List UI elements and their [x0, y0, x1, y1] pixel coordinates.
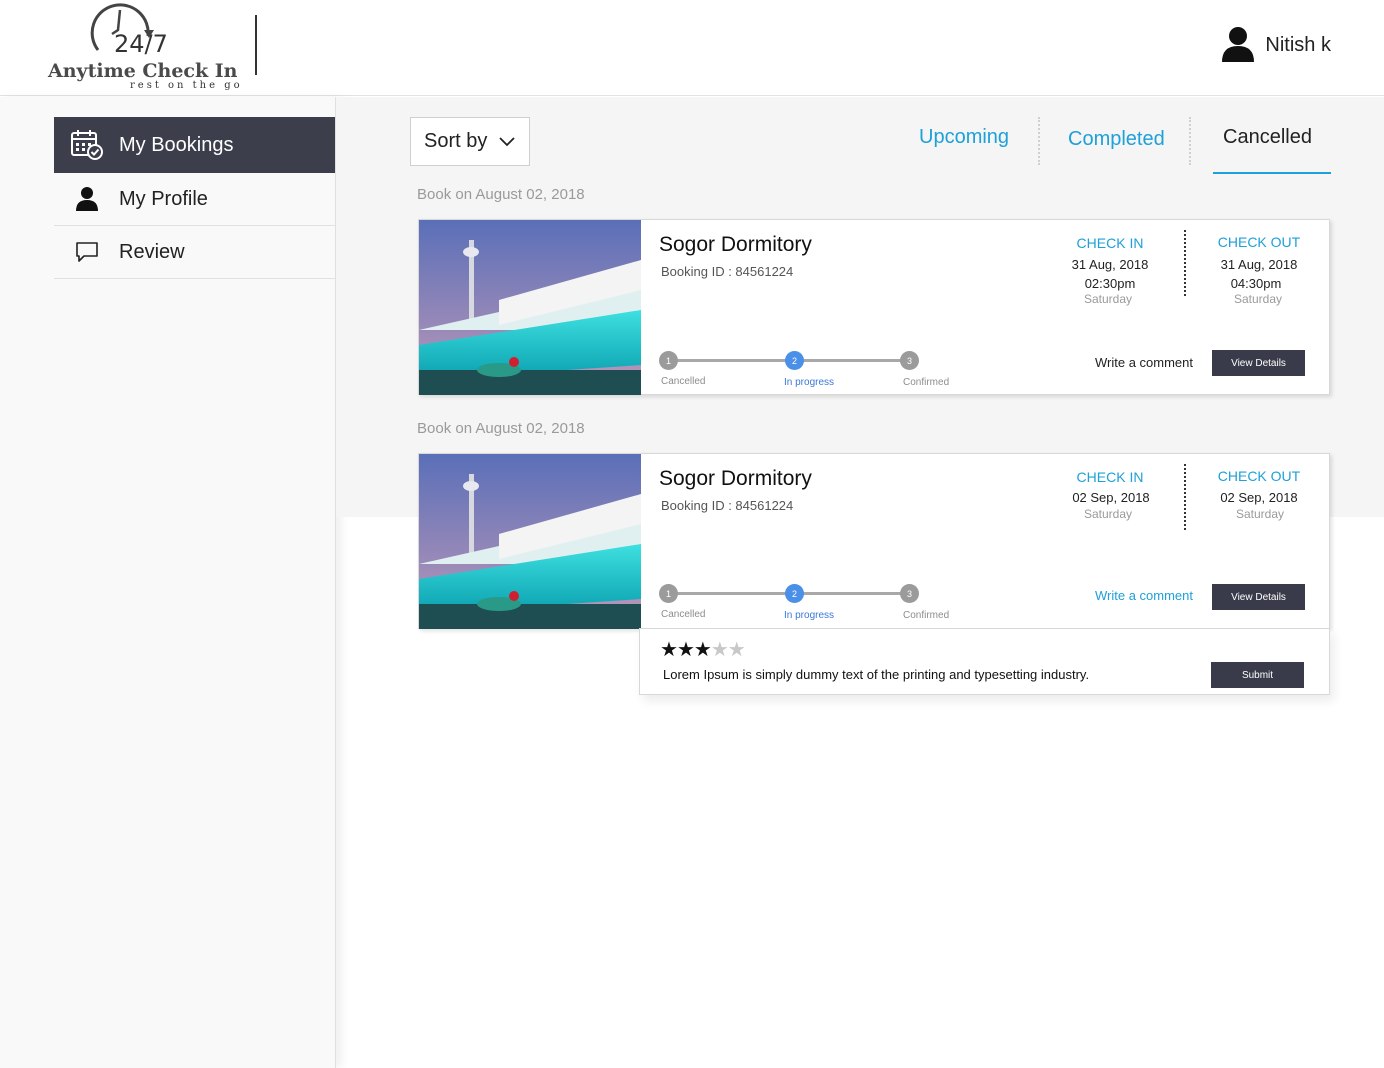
step-in-progress: 2: [785, 351, 804, 370]
star-icon[interactable]: ★: [660, 639, 678, 661]
user-menu[interactable]: Nitish k: [1221, 26, 1331, 64]
user-name: Nitish k: [1265, 33, 1331, 56]
booking-id: Booking ID : 84561224: [661, 264, 794, 279]
logo-name: Anytime Check In: [48, 60, 238, 82]
logo-hours: 24/7: [114, 30, 168, 58]
top-header: 24/7 Anytime Check In rest on the go Nit…: [0, 0, 1384, 96]
booking-date: Book on August 02, 2018: [417, 420, 585, 437]
step-confirmed: 3: [900, 351, 919, 370]
step-label-confirmed: Confirmed: [903, 610, 950, 621]
hotel-photo[interactable]: [419, 454, 641, 629]
sort-dropdown[interactable]: Sort by: [410, 117, 530, 166]
sidebar: My Bookings My Profile Review: [0, 97, 336, 1068]
step-label-in-progress: In progress: [784, 610, 835, 621]
booking-id: Booking ID : 84561224: [661, 498, 794, 513]
check-out-day: Saturday: [1233, 292, 1283, 306]
step-cancelled: 1: [659, 351, 678, 370]
hotel-name: Sogor Dormitory: [659, 233, 812, 256]
check-out-label: CHECK OUT: [1217, 468, 1301, 484]
star-rating[interactable]: ★★★★★: [660, 637, 746, 662]
hotel-name: Sogor Dormitory: [659, 467, 812, 490]
review-panel: ★★★★★ Lorem Ipsum is simply dummy text o…: [639, 628, 1330, 695]
header-divider: [255, 15, 257, 75]
tab-divider: [1189, 117, 1191, 165]
chevron-down-icon: [499, 136, 515, 146]
check-out-date: 02 Sep, 2018: [1220, 490, 1298, 505]
step-label-cancelled: Cancelled: [661, 609, 706, 620]
step-cancelled: 1: [659, 584, 678, 603]
step-confirmed: 3: [900, 584, 919, 603]
user-icon: [54, 186, 119, 212]
check-in-day: Saturday: [1083, 292, 1133, 306]
sidebar-item-review[interactable]: Review: [54, 226, 335, 279]
write-comment-link[interactable]: Write a comment: [1095, 588, 1193, 603]
review-text[interactable]: Lorem Ipsum is simply dummy text of the …: [663, 667, 1089, 682]
check-out-label: CHECK OUT: [1217, 234, 1301, 250]
booking-card: Sogor Dormitory Booking ID : 84561224 CH…: [418, 453, 1330, 629]
chat-bubble-icon: [54, 241, 119, 263]
check-in-label: CHECK IN: [1076, 469, 1144, 485]
check-out-date: 31 Aug, 2018: [1220, 257, 1298, 272]
step-label-cancelled: Cancelled: [661, 376, 706, 387]
check-in-date: 02 Sep, 2018: [1072, 490, 1150, 505]
active-tab-indicator: [1213, 172, 1331, 174]
sidebar-item-label: Review: [119, 240, 185, 263]
check-in-time: 02:30pm: [1084, 276, 1136, 291]
tab-completed[interactable]: Completed: [1068, 128, 1165, 151]
sidebar-item-label: My Bookings: [119, 133, 234, 156]
sidebar-item-my-bookings[interactable]: My Bookings: [54, 117, 335, 173]
hotel-photo[interactable]: [419, 220, 641, 395]
tab-divider: [1038, 117, 1040, 165]
checkin-checkout-divider: [1184, 464, 1186, 530]
star-icon[interactable]: ★: [728, 639, 746, 661]
calendar-check-icon: [54, 129, 119, 161]
check-in-date: 31 Aug, 2018: [1071, 257, 1149, 272]
check-in-label: CHECK IN: [1076, 235, 1144, 251]
view-details-button[interactable]: View Details: [1212, 350, 1305, 376]
step-label-confirmed: Confirmed: [903, 377, 950, 388]
sort-label: Sort by: [424, 130, 488, 152]
star-icon[interactable]: ★: [677, 639, 695, 661]
submit-button[interactable]: Submit: [1211, 662, 1304, 688]
tab-cancelled[interactable]: Cancelled: [1223, 126, 1312, 149]
step-label-in-progress: In progress: [784, 377, 835, 388]
check-in-day: Saturday: [1083, 507, 1133, 521]
check-out-day: Saturday: [1235, 507, 1285, 521]
booking-card: Sogor Dormitory Booking ID : 84561224 CH…: [418, 219, 1330, 395]
tab-upcoming[interactable]: Upcoming: [919, 126, 1009, 149]
brand-logo[interactable]: 24/7 Anytime Check In rest on the go: [48, 0, 240, 95]
booking-date: Book on August 02, 2018: [417, 186, 585, 203]
check-out-time: 04:30pm: [1230, 276, 1282, 291]
user-icon: [1222, 27, 1255, 62]
write-comment-link[interactable]: Write a comment: [1095, 355, 1193, 370]
step-in-progress: 2: [785, 584, 804, 603]
star-icon[interactable]: ★: [694, 639, 712, 661]
checkin-checkout-divider: [1184, 230, 1186, 296]
logo-tagline: rest on the go: [130, 80, 243, 91]
sidebar-item-my-profile[interactable]: My Profile: [54, 173, 335, 226]
view-details-button[interactable]: View Details: [1212, 584, 1305, 610]
star-icon[interactable]: ★: [711, 639, 729, 661]
sidebar-item-label: My Profile: [119, 187, 208, 210]
